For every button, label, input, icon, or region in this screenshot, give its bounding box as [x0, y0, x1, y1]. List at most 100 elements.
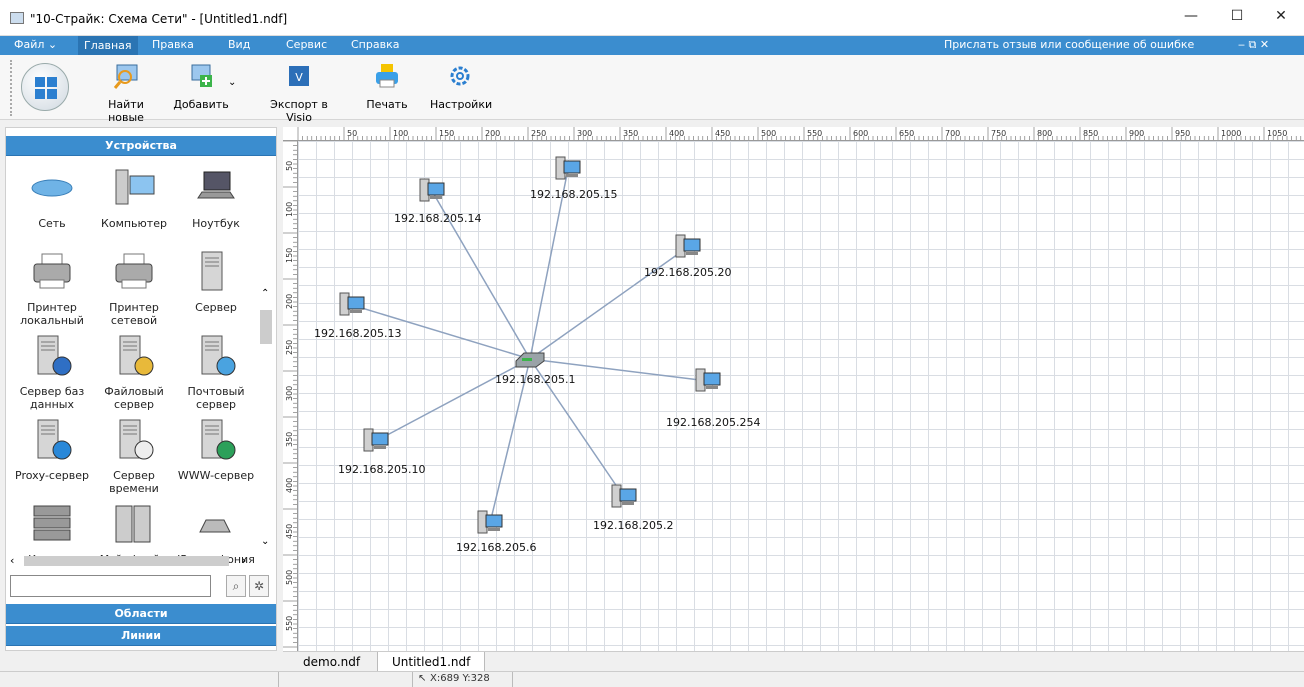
device-label: Принтер локальный [20, 301, 84, 327]
print-button[interactable]: Печать [362, 61, 412, 111]
ribbon-grip[interactable] [10, 60, 14, 116]
find-new-button[interactable]: Найти новые [90, 61, 162, 124]
visio-icon: V [289, 66, 309, 86]
server-icon [201, 251, 223, 291]
node-label[interactable]: 192.168.205.10 [338, 463, 425, 476]
computer-node-icon[interactable] [363, 428, 389, 452]
device-item[interactable]: Почтовый сервер [176, 334, 256, 411]
menu-help[interactable]: Справка [351, 38, 399, 51]
www-icon [201, 419, 236, 460]
menu-bar: Файл ⌄ Главная Правка Вид Сервис Справка… [0, 36, 1304, 55]
add-dropdown-chevron-icon[interactable]: ⌄ [228, 77, 236, 88]
ruler-label: 150 [285, 248, 294, 263]
ruler-label: 200 [285, 294, 294, 309]
lines-header[interactable]: Линии [6, 626, 276, 646]
minimize-button[interactable]: — [1168, 0, 1214, 32]
ruler-label: 450 [715, 129, 730, 138]
search-icon[interactable]: ⌕ [226, 575, 246, 597]
ribbon: Найти новые Добавить ⌄ V Экспорт в Visio… [0, 55, 1304, 124]
ruler-label: 800 [1037, 129, 1052, 138]
computer-node-icon[interactable] [555, 156, 581, 180]
node-label[interactable]: 192.168.205.20 [644, 266, 731, 279]
tab-untitled1[interactable]: Untitled1.ndf [377, 652, 486, 672]
menu-home[interactable]: Главная [78, 36, 138, 55]
device-item[interactable]: Компьютер [94, 166, 174, 230]
settings-label: Настройки [430, 98, 493, 111]
filter-icon[interactable]: ✲ [249, 575, 269, 597]
close-button[interactable]: ✕ [1258, 0, 1304, 32]
node-label[interactable]: 192.168.205.254 [666, 416, 760, 429]
cluster-icon [33, 505, 71, 541]
menu-edit[interactable]: Правка [152, 38, 194, 51]
node-label[interactable]: 192.168.205.14 [394, 212, 481, 225]
node-label[interactable]: 192.168.205.6 [456, 541, 536, 554]
network-link[interactable] [529, 246, 689, 360]
network-link[interactable] [375, 358, 531, 442]
switch-hub-icon[interactable] [515, 352, 545, 368]
menu-service[interactable]: Сервис [286, 38, 327, 51]
settings-button[interactable]: Настройки [430, 61, 493, 111]
scroll-thumb[interactable] [260, 310, 272, 344]
computer-node-icon[interactable] [611, 484, 637, 508]
export-visio-button[interactable]: V Экспорт в Visio [260, 61, 338, 124]
ruler-label: 1050 [1267, 129, 1287, 138]
computer-node-icon[interactable] [675, 234, 701, 258]
node-label[interactable]: 192.168.205.2 [593, 519, 673, 532]
scroll-down-icon[interactable]: ⌄ [261, 536, 269, 547]
ruler-label: 900 [1129, 129, 1144, 138]
areas-header[interactable]: Области [6, 604, 276, 624]
scroll-right-icon[interactable]: › [242, 554, 246, 567]
menu-view[interactable]: Вид [228, 38, 250, 51]
device-item[interactable]: Принтер локальный [12, 250, 92, 327]
computer-node-icon[interactable] [477, 510, 503, 534]
device-item[interactable]: Файловый сервер [94, 334, 174, 411]
hscroll-thumb[interactable] [24, 556, 229, 566]
ruler-label: 350 [623, 129, 638, 138]
device-item[interactable]: Принтер сетевой [94, 250, 174, 327]
node-label[interactable]: 192.168.205.15 [530, 188, 617, 201]
printer-icon [376, 64, 398, 88]
panel-horizontal-scrollbar[interactable]: ‹ › [6, 554, 256, 568]
devices-header[interactable]: Устройства [6, 136, 276, 156]
node-label[interactable]: 192.168.205.13 [314, 327, 401, 340]
computer-node-icon[interactable] [695, 368, 721, 392]
ruler-label: 300 [577, 129, 592, 138]
tab-demo[interactable]: demo.ndf [289, 652, 374, 672]
svg-text:V: V [295, 71, 303, 84]
netprinter-icon [115, 253, 153, 289]
laptop-icon [197, 171, 235, 199]
ruler-label: 400 [669, 129, 684, 138]
device-item[interactable]: Сервер [176, 250, 256, 314]
ruler-label: 300 [285, 386, 294, 401]
device-item[interactable]: Proxy-сервер [12, 418, 92, 482]
monitor-search-icon [113, 64, 138, 89]
ruler-label: 500 [285, 570, 294, 585]
feedback-link[interactable]: Прислать отзыв или сообщение об ошибке [944, 38, 1194, 51]
app-menu-button[interactable] [21, 63, 69, 111]
mdi-controls[interactable]: ‒ ⧉ ✕ [1238, 38, 1269, 52]
scroll-up-icon[interactable]: ⌃ [261, 288, 269, 299]
computer-node-icon[interactable] [419, 178, 445, 202]
device-item[interactable]: WWW-сервер [176, 418, 256, 482]
add-label: Добавить [173, 98, 229, 111]
add-device-icon [191, 64, 212, 87]
status-bar: ↖ X:689 Y:328 [0, 671, 1304, 687]
hub-label[interactable]: 192.168.205.1 [495, 373, 575, 386]
device-label: Файловый сервер [104, 385, 164, 411]
device-item[interactable]: Ноутбук [176, 166, 256, 230]
ruler-label: 400 [285, 478, 294, 493]
print-label: Печать [366, 98, 408, 111]
maximize-button[interactable]: ☐ [1214, 0, 1260, 32]
scroll-left-icon[interactable]: ‹ [10, 554, 14, 567]
windows-logo-icon [35, 77, 57, 99]
add-button[interactable]: Добавить [172, 61, 230, 111]
device-item[interactable]: Сервер баз данных [12, 334, 92, 411]
device-item[interactable]: Сеть [12, 166, 92, 230]
printer-icon [33, 253, 71, 289]
status-divider [278, 672, 279, 687]
device-search-input[interactable] [10, 575, 211, 597]
menu-file[interactable]: Файл ⌄ [14, 38, 57, 51]
computer-node-icon[interactable] [339, 292, 365, 316]
diagram-canvas[interactable]: 192.168.205.15 192.168.205.14 192.168.205.… [298, 141, 1304, 651]
device-item[interactable]: Сервер времени [94, 418, 174, 495]
